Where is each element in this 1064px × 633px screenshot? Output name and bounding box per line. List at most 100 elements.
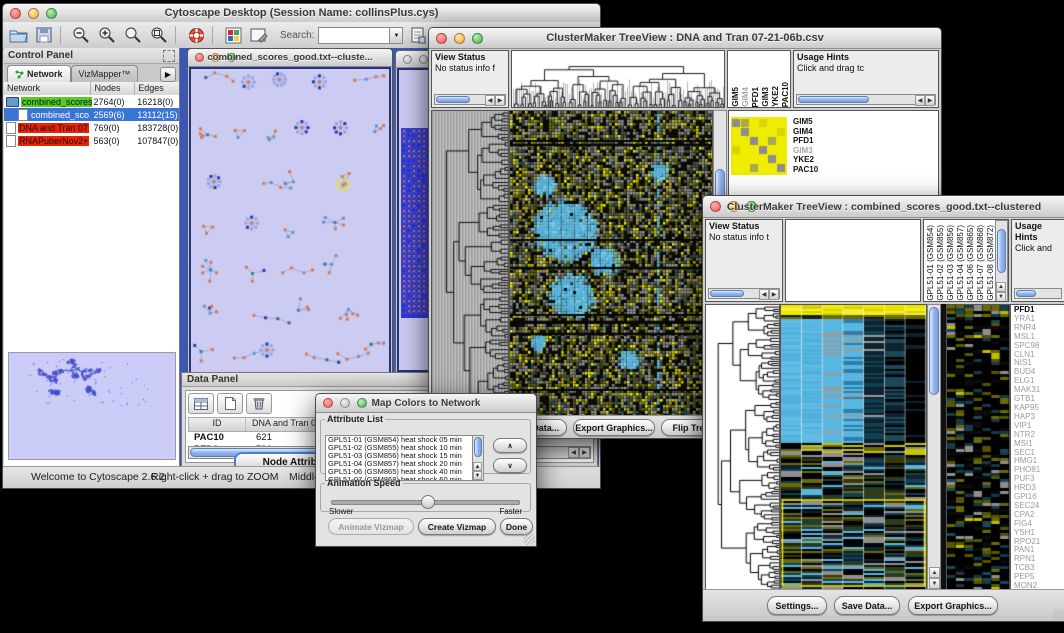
network-row[interactable]: combined_scores2764(0)16218(0) <box>4 95 179 108</box>
network-row[interactable]: combined_sco2569(6)13112(15) <box>4 108 179 121</box>
attribute-list-scrollbar[interactable]: ▲ ▼ <box>472 435 484 481</box>
animate-vizmap-button[interactable]: Animate Vizmap <box>328 518 414 535</box>
row-label[interactable]: PAC10 <box>793 165 818 175</box>
network-view-1[interactable] <box>189 67 391 375</box>
view-status-title: View Status <box>709 221 759 231</box>
tab-vizmapper[interactable]: VizMapper™ <box>71 65 139 82</box>
search-combobox[interactable]: ▼ <box>318 27 403 44</box>
treeview1-heatmap[interactable] <box>509 110 713 416</box>
column-label[interactable]: GPL51-08 (GSM872) <box>986 225 995 301</box>
save-button[interactable] <box>33 25 55 45</box>
col-nodes[interactable]: Nodes <box>91 82 135 95</box>
treeview2-zoom-heatmap[interactable] <box>946 304 1010 590</box>
move-down-button[interactable]: ∨ <box>493 458 527 473</box>
resize-grip[interactable] <box>524 534 535 545</box>
column-label[interactable]: GPL51-03 (GSM856) <box>946 225 955 301</box>
treeview2-vscrollbar[interactable]: ▲▼ <box>927 304 941 590</box>
new-attribute-button[interactable] <box>217 393 243 414</box>
minimize-button[interactable] <box>419 55 428 64</box>
treeview1-titlebar[interactable]: ClusterMaker TreeView : DNA and Tran 07-… <box>429 28 941 49</box>
dialog-titlebar[interactable]: Map Colors to Network <box>316 394 536 413</box>
control-panel-header: Control Panel <box>4 48 179 64</box>
zoom-in-button[interactable] <box>96 25 118 45</box>
column-label[interactable]: GPL51-06 (GSM865) <box>966 225 975 301</box>
treeview2-button[interactable]: Save Data... <box>834 596 900 615</box>
treeview2-column-dendrogram-area[interactable] <box>785 219 921 302</box>
treeview2-labels-vscrollbar[interactable]: ▲ ▼ <box>995 220 1008 302</box>
help-lifering-icon[interactable] <box>185 25 207 45</box>
network-window-1[interactable]: combined_scores_good.txt--cluste... <box>187 48 393 377</box>
vizmap-grid-icon[interactable] <box>222 25 244 45</box>
search-input[interactable] <box>318 27 389 44</box>
column-label[interactable]: GPL51-04 (GSM857) <box>956 225 965 301</box>
treeview2-heatmap[interactable] <box>780 304 927 590</box>
treeview2-buttonbar: Settings... Save Data... Export Graphics..… <box>703 589 1064 621</box>
treeview2-button[interactable]: Settings... <box>767 596 827 615</box>
view-status-scrollbar[interactable]: ◀▶ <box>708 288 780 299</box>
column-label[interactable]: PAC10 <box>781 82 790 107</box>
row-label[interactable]: GIM5 <box>793 117 818 127</box>
delete-attribute-button[interactable] <box>246 393 272 414</box>
zoom-selected-button[interactable] <box>122 25 144 45</box>
col-network[interactable]: Network <box>4 82 91 95</box>
network-graph-canvas[interactable] <box>191 69 387 372</box>
column-label[interactable]: GIM3 <box>761 87 770 107</box>
resize-grip[interactable] <box>1053 609 1064 620</box>
zoom-out-button[interactable] <box>70 25 92 45</box>
treeview2-view-status: View Status No status info t ◀▶ <box>705 219 783 302</box>
view-status-scrollbar[interactable]: ◀▶ <box>434 94 506 105</box>
row-label[interactable]: GIM3 <box>793 146 818 156</box>
treeview2-window[interactable]: ClusterMaker TreeView : combined_scores_… <box>702 195 1064 622</box>
move-up-button[interactable]: ∧ <box>493 438 527 453</box>
zoom-fit-button[interactable] <box>148 25 170 45</box>
float-panel-icon[interactable] <box>163 50 175 62</box>
treeview1-zoom-heatmap[interactable] <box>731 117 787 175</box>
column-label[interactable]: GPL51-02 (GSM855) <box>936 225 945 301</box>
search-dropdown-arrow[interactable]: ▼ <box>389 27 403 44</box>
attribute-browser-icon[interactable] <box>407 25 429 45</box>
tab-overflow-button[interactable]: ▶ <box>160 67 176 82</box>
network-row[interactable]: RNAPuberNov2+563(0)107847(0) <box>4 134 179 147</box>
tab-network[interactable]: Network <box>7 65 71 82</box>
treeview2-row-dendrogram[interactable] <box>705 304 780 590</box>
network-overview-canvas[interactable] <box>8 352 176 460</box>
network-table-header[interactable]: Network Nodes Edges <box>4 82 179 96</box>
column-label[interactable]: YKE2 <box>771 86 780 107</box>
search-label: Search: <box>280 30 314 41</box>
row-label[interactable]: YKE2 <box>793 155 818 165</box>
treeview1-button[interactable]: Export Graphics... <box>573 419 655 436</box>
attribute-list[interactable]: GPL51-01 (GSM854) heat shock 05 minGPL51… <box>325 435 475 481</box>
treeview2-button[interactable]: Export Graphics... <box>908 596 998 615</box>
network-name: combined_scores <box>21 97 92 107</box>
column-label[interactable]: PFD1 <box>751 87 760 107</box>
map-colors-dialog[interactable]: Map Colors to Network Attribute List GPL… <box>315 393 537 547</box>
row-label[interactable]: PFD1 <box>793 136 818 146</box>
treeview1-column-labels: GIM5GIM4PFD1GIM3YKE2PAC10 <box>727 50 791 108</box>
attr-col-id[interactable]: ID <box>189 418 246 431</box>
treeview1-column-dendrogram[interactable] <box>511 50 725 108</box>
network-nodes-count: 563(0) <box>92 136 136 146</box>
row-label[interactable]: GIM4 <box>793 127 818 137</box>
usage-hints-scrollbar[interactable]: ◀▶ <box>796 94 936 105</box>
treeview2-title: ClusterMaker TreeView : combined_scores_… <box>703 201 1064 213</box>
network-window-1-titlebar[interactable]: combined_scores_good.txt--cluste... <box>188 49 392 67</box>
column-label[interactable]: GPL51-07 (GSM868) <box>976 225 985 301</box>
usage-hints-scrollbar[interactable] <box>1014 288 1062 299</box>
treeview2-titlebar[interactable]: ClusterMaker TreeView : combined_scores_… <box>703 196 1064 218</box>
main-titlebar[interactable]: Cytoscape Desktop (Session Name: collins… <box>3 4 600 23</box>
close-button[interactable] <box>403 55 412 64</box>
view-status-title: View Status <box>435 52 485 62</box>
col-edges[interactable]: Edges <box>135 82 179 95</box>
treeview1-row-dendrogram[interactable] <box>431 110 509 416</box>
create-vizmap-button[interactable]: Create Vizmap <box>418 518 496 535</box>
column-label[interactable]: GIM4 <box>741 87 750 107</box>
open-file-button[interactable] <box>7 25 29 45</box>
done-button[interactable]: Done <box>500 518 533 535</box>
animation-speed-label: Animation Speed <box>325 478 403 488</box>
attribute-select-button[interactable] <box>188 393 214 414</box>
column-label[interactable]: GIM5 <box>731 87 740 107</box>
annotation-icon[interactable] <box>248 25 270 45</box>
column-label[interactable]: GPL51-01 (GSM854) <box>926 225 935 301</box>
speed-slider-thumb[interactable] <box>421 495 435 509</box>
network-row[interactable]: DNA and Tran 07769(0)183728(0) <box>4 121 179 134</box>
